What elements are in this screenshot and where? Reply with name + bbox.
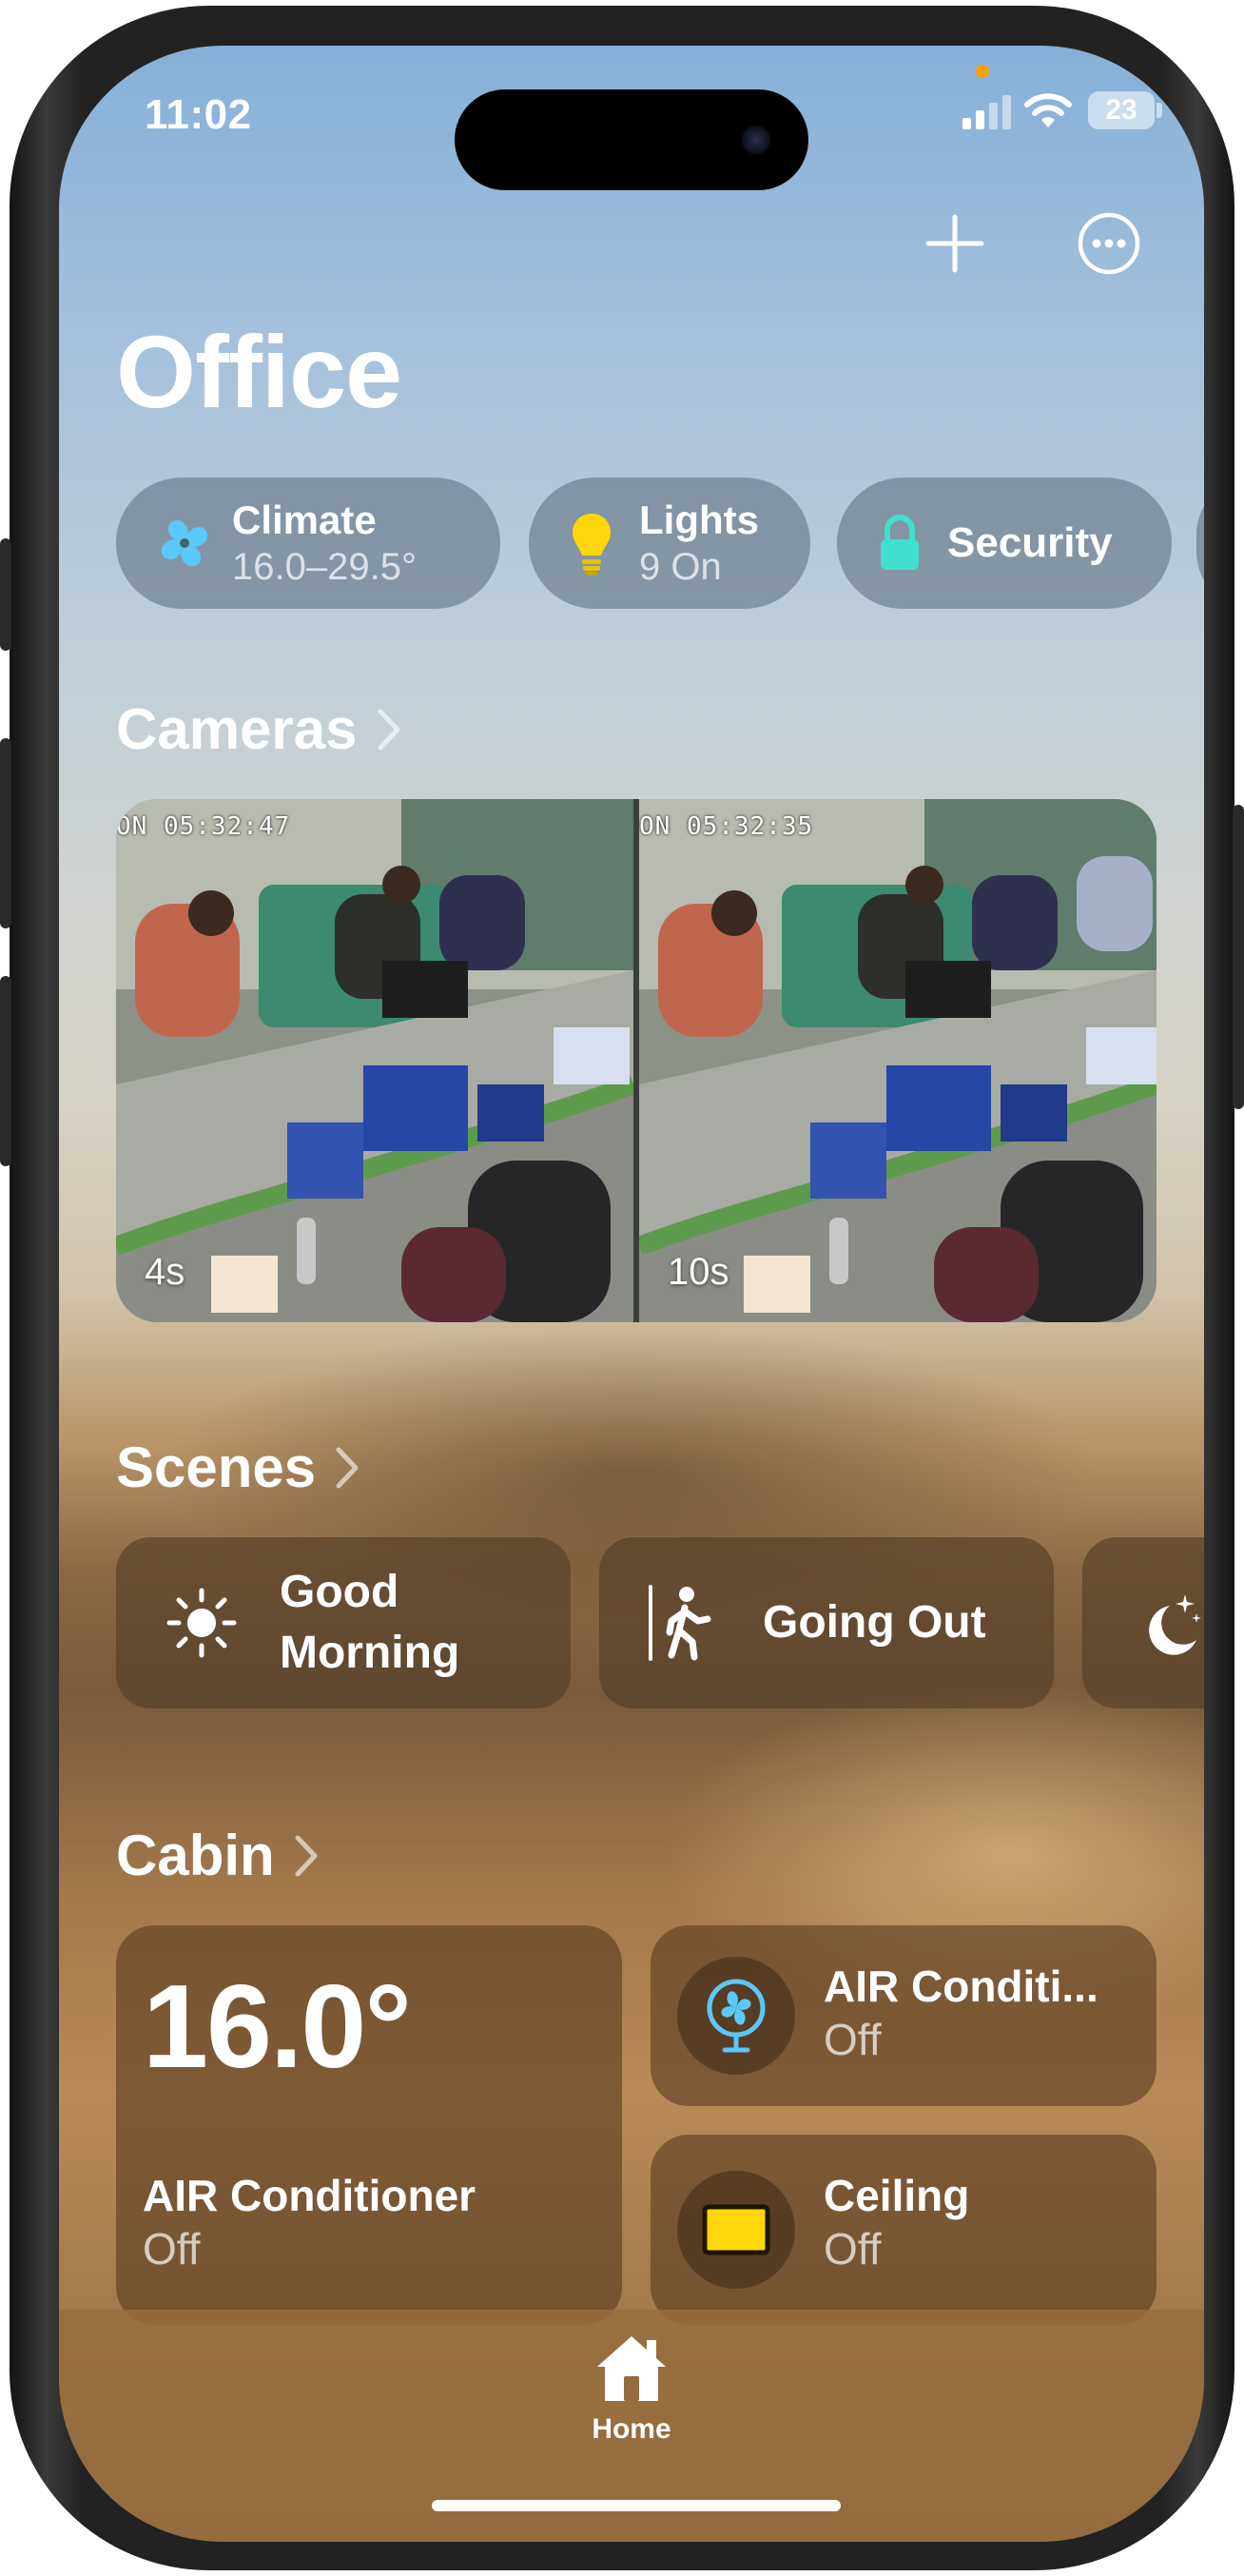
thermostat-name: AIR Conditioner <box>143 2171 476 2220</box>
lights-pill[interactable]: Lights 9 On <box>529 478 810 609</box>
chevron-right-icon <box>378 709 400 750</box>
screen: 11:02 23 Office Climate 16.0–29.5° Light… <box>59 46 1204 2542</box>
cabin-title: Cabin <box>116 1824 275 1887</box>
moon-stars-icon <box>1149 1594 1201 1655</box>
walking-person-icon <box>649 1585 711 1661</box>
device-tile-air-conditioner[interactable]: AIR Conditi... Off <box>651 1925 1157 2106</box>
climate-range: 16.0–29.5° <box>232 546 417 588</box>
battery-indicator: 23 <box>1088 91 1155 129</box>
camera-age: 10s <box>668 1251 729 1293</box>
volume-down-button <box>0 976 11 1166</box>
camera-feed-1[interactable]: ON 05:32:47 4s <box>116 799 633 1322</box>
camera-feed-2[interactable]: ON 05:32:35 10s <box>639 799 1157 1322</box>
status-time: 11:02 <box>145 91 252 138</box>
privacy-indicator <box>976 65 989 78</box>
lightbulb-icon <box>557 509 626 577</box>
camera-feeds: ON 05:32:47 4s ON 05:32:35 10s <box>116 799 1157 1322</box>
thermostat-state: Off <box>143 2224 201 2274</box>
device-state: Off <box>824 2015 882 2064</box>
more-categories-pill[interactable] <box>1196 478 1204 609</box>
light-panel-icon <box>677 2171 795 2289</box>
volume-up-button <box>0 738 11 928</box>
cellular-signal-icon <box>962 95 1011 129</box>
tab-home-label: Home <box>592 2413 671 2445</box>
camera-timestamp: ON 05:32:47 <box>116 812 291 841</box>
scene-going-out[interactable]: Going Out <box>599 1537 1054 1708</box>
cameras-section-header[interactable]: Cameras <box>116 696 401 762</box>
cabin-section-header[interactable]: Cabin <box>116 1823 319 1888</box>
fan-icon <box>677 1957 795 2075</box>
sun-icon <box>166 1588 237 1658</box>
climate-pill[interactable]: Climate 16.0–29.5° <box>116 478 500 609</box>
chevron-right-icon <box>295 1835 318 1876</box>
lights-title: Lights <box>639 498 759 542</box>
battery-nub <box>1157 103 1162 118</box>
device-name: Ceiling <box>824 2171 970 2220</box>
climate-title: Climate <box>232 498 377 542</box>
device-state: Off <box>824 2224 882 2274</box>
device-name: AIR Conditi... <box>824 1961 1098 2011</box>
camera-image <box>639 799 1157 1322</box>
scene-night[interactable] <box>1082 1537 1204 1708</box>
cameras-title: Cameras <box>116 697 358 761</box>
dynamic-island <box>455 89 808 190</box>
fan-icon <box>150 509 219 577</box>
lock-icon <box>865 509 934 577</box>
more-options-icon[interactable] <box>1077 211 1141 276</box>
camera-image <box>116 799 633 1322</box>
camera-age: 4s <box>145 1251 185 1293</box>
security-title: Security <box>947 519 1113 566</box>
camera-timestamp: ON 05:32:35 <box>639 812 814 841</box>
power-button <box>1233 805 1244 1109</box>
chevron-right-icon <box>336 1447 359 1488</box>
scenes-section-header[interactable]: Scenes <box>116 1434 360 1500</box>
home-indicator[interactable] <box>432 2500 841 2511</box>
home-icon <box>597 2336 666 2401</box>
scene-label: Morning <box>280 1628 460 1678</box>
phone-frame: 11:02 23 Office Climate 16.0–29.5° Light… <box>0 6 1244 2570</box>
scene-label: Going Out <box>763 1597 986 1648</box>
security-pill[interactable]: Security <box>837 478 1172 609</box>
thermostat-temperature: 16.0° <box>143 1961 412 2093</box>
scene-good-morning[interactable]: Good Morning <box>116 1537 571 1708</box>
device-tile-ceiling[interactable]: Ceiling Off <box>651 2135 1157 2325</box>
scenes-title: Scenes <box>116 1435 317 1499</box>
thermostat-tile[interactable]: 16.0° AIR Conditioner Off <box>116 1925 622 2325</box>
add-icon[interactable] <box>924 213 985 274</box>
page-title: Office <box>116 314 402 429</box>
scene-label: Good <box>280 1567 399 1617</box>
lights-count: 9 On <box>639 546 722 588</box>
wifi-icon <box>1024 93 1072 127</box>
action-button <box>0 538 11 651</box>
tab-home[interactable]: Home <box>584 2332 679 2446</box>
